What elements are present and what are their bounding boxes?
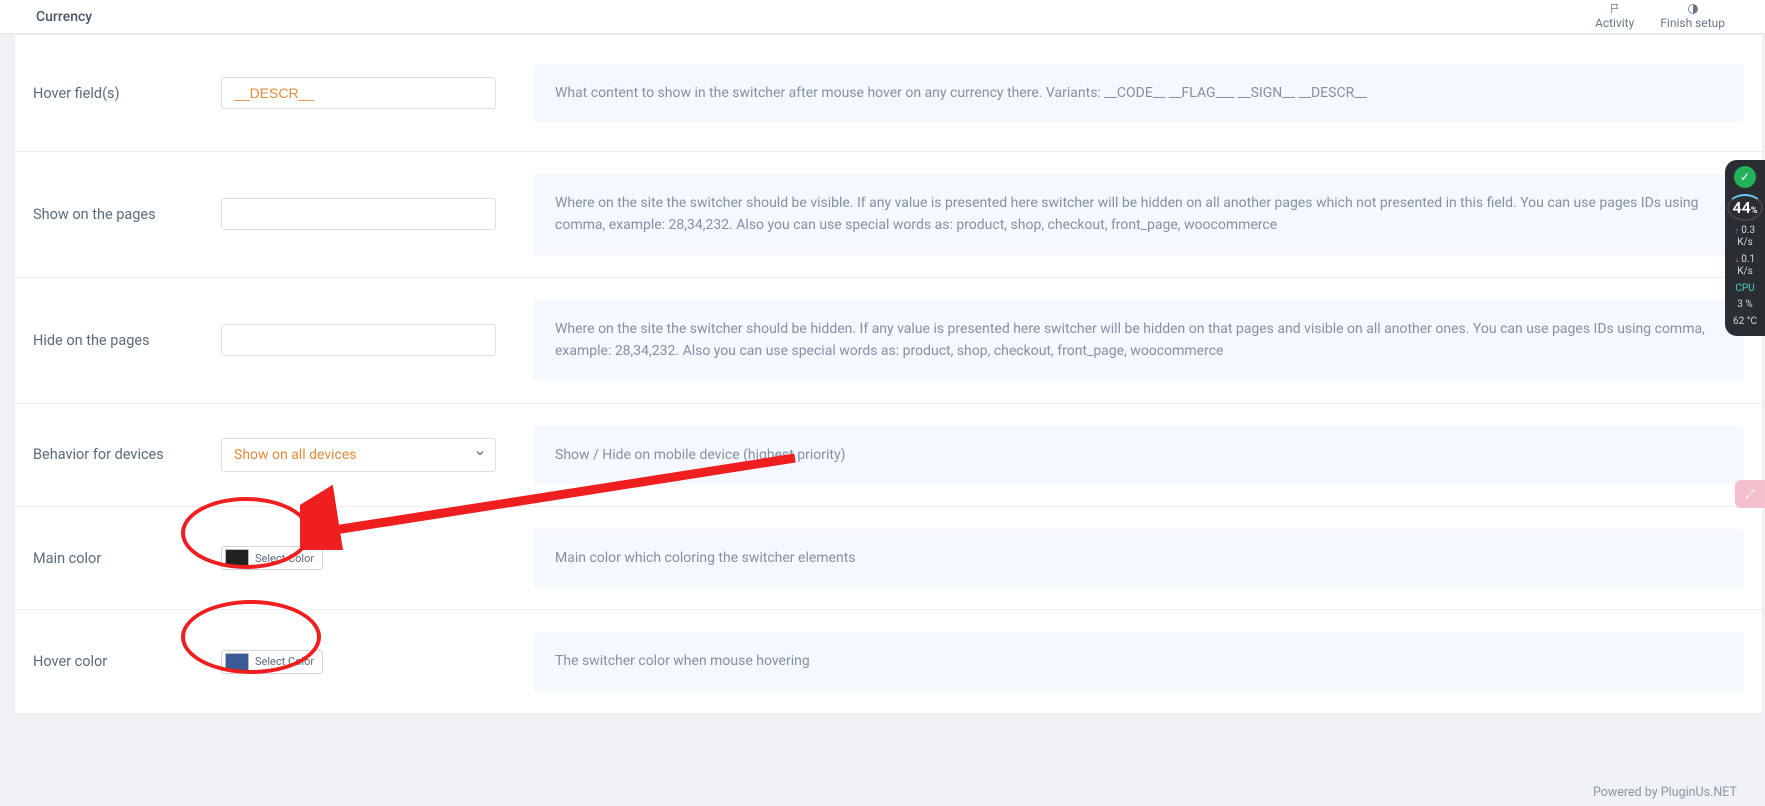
sysmon-upload: ↑ 0.3K/s (1728, 225, 1762, 249)
sysmon-cpu-label: CPU (1728, 283, 1762, 294)
sysmon-temp: 62 °C (1728, 316, 1762, 328)
hover-fields-desc: What content to show in the switcher aft… (533, 64, 1744, 122)
flag-icon (1607, 3, 1623, 15)
row-hover-color: Hover color Select Color The switcher co… (15, 609, 1762, 712)
hover-color-picker[interactable]: Select Color (221, 650, 323, 674)
main-color-picker[interactable]: Select Color (221, 546, 323, 570)
show-pages-label: Show on the pages (33, 206, 199, 223)
behavior-select[interactable]: Show on all devices (221, 438, 496, 472)
hide-pages-label: Hide on the pages (33, 332, 199, 349)
settings-panel: Hover field(s) What content to show in t… (14, 34, 1763, 714)
side-badge[interactable]: ⤢ (1735, 480, 1765, 508)
hover-color-desc: The switcher color when mouse hovering (533, 632, 1744, 690)
main-color-label: Main color (33, 550, 199, 567)
footer-credit: Powered by PluginUs.NET (1593, 785, 1737, 800)
topbar-actions: Activity Finish setup (1595, 3, 1725, 30)
behavior-desc: Show / Hide on mobile device (highest pr… (533, 426, 1744, 484)
activity-label: Activity (1595, 16, 1634, 30)
finish-setup-button[interactable]: Finish setup (1660, 3, 1725, 30)
page-title: Currency (36, 9, 92, 25)
behavior-label: Behavior for devices (33, 446, 199, 463)
row-show-pages: Show on the pages Where on the site the … (15, 151, 1762, 277)
main-color-swatch (225, 549, 249, 567)
hide-pages-input[interactable] (221, 324, 496, 356)
sysmon-cpu-val: 3 % (1728, 299, 1762, 311)
hover-color-label: Hover color (33, 653, 199, 670)
row-main-color: Main color Select Color Main color which… (15, 506, 1762, 609)
row-behavior: Behavior for devices Show on all devices… (15, 403, 1762, 506)
shield-check-icon: ✓ (1734, 166, 1756, 188)
sysmon-download: ↓ 0.1K/s (1728, 254, 1762, 278)
topbar: Currency Activity Finish setup (0, 0, 1765, 34)
show-pages-desc: Where on the site the switcher should be… (533, 174, 1744, 255)
contrast-icon (1685, 3, 1701, 15)
hover-fields-input[interactable] (221, 77, 496, 109)
sysmon-pct: 44% (1733, 198, 1758, 217)
activity-button[interactable]: Activity (1595, 3, 1634, 30)
finish-setup-label: Finish setup (1660, 16, 1725, 30)
row-hide-pages: Hide on the pages Where on the site the … (15, 277, 1762, 403)
hover-color-swatch (225, 653, 249, 671)
behavior-select-value: Show on all devices (234, 447, 356, 463)
hide-pages-desc: Where on the site the switcher should be… (533, 300, 1744, 381)
hover-color-button-label: Select Color (255, 655, 314, 668)
row-hover-fields: Hover field(s) What content to show in t… (15, 35, 1762, 151)
system-monitor: ✓ 44% ↑ 0.3K/s ↓ 0.1K/s CPU 3 % 62 °C (1725, 160, 1765, 336)
hover-fields-label: Hover field(s) (33, 85, 199, 102)
main-color-desc: Main color which coloring the switcher e… (533, 529, 1744, 587)
show-pages-input[interactable] (221, 198, 496, 230)
main-color-button-label: Select Color (255, 552, 314, 565)
